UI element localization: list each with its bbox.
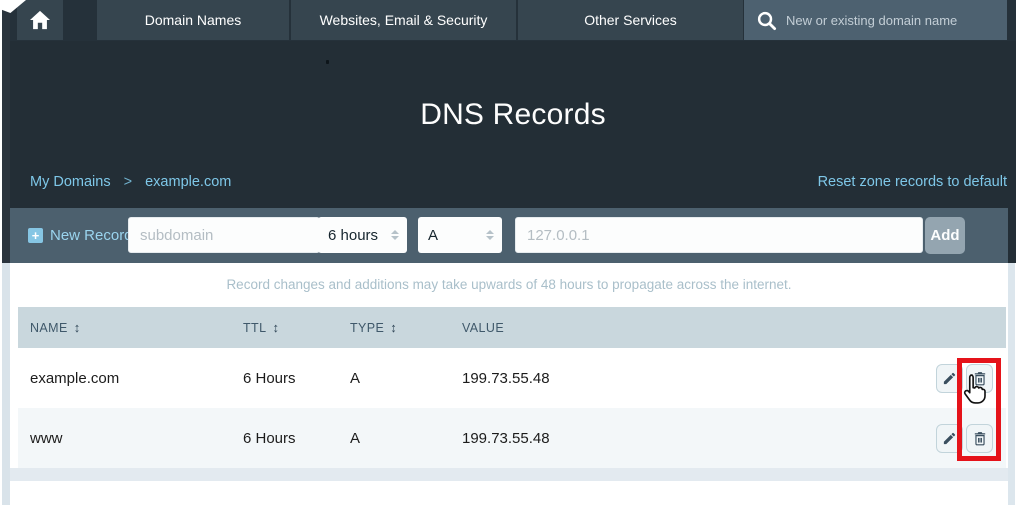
- table-row: www 6 Hours A 199.73.55.48: [18, 408, 1006, 468]
- row-actions: [876, 424, 1006, 453]
- breadcrumb-my-domains[interactable]: My Domains: [30, 174, 111, 190]
- row-actions: [876, 364, 1006, 393]
- ttl-selected-value: 6 hours: [328, 227, 378, 244]
- tab-domain-names[interactable]: Domain Names: [97, 0, 289, 40]
- ttl-select[interactable]: 6 hours: [318, 217, 407, 253]
- table-header-row: NAME ↕ TTL ↕ TYPE ↕ VALUE: [18, 307, 1006, 348]
- col-header-type: TYPE ↕: [350, 320, 462, 335]
- new-record-label: New Record: [50, 227, 133, 244]
- dns-records-table: NAME↕ TTL↕ TYPE↕ VALUE example.com 6: [18, 307, 1006, 468]
- plus-icon: +: [28, 228, 43, 243]
- delete-record-button[interactable]: [966, 364, 993, 393]
- pencil-icon: [942, 431, 957, 446]
- page-header: DNS Records My Domains > example.com Res…: [10, 41, 1016, 208]
- pixel-artifact: [326, 60, 329, 64]
- pencil-icon: [942, 371, 957, 386]
- sort-icon[interactable]: ↕: [272, 320, 279, 335]
- left-edge-strip: [2, 0, 10, 263]
- col-header-type-label[interactable]: TYPE: [350, 321, 384, 335]
- domain-search-input[interactable]: [786, 13, 996, 28]
- page-title: DNS Records: [10, 98, 1016, 132]
- col-header-ttl: TTL ↕: [243, 320, 350, 335]
- home-icon: [29, 10, 51, 30]
- trash-icon: [973, 431, 987, 446]
- edit-record-button[interactable]: [936, 364, 963, 393]
- spinner-icon: [391, 230, 399, 240]
- record-type: A: [350, 370, 462, 387]
- record-type: A: [350, 430, 462, 447]
- record-ttl: 6 Hours: [243, 430, 350, 447]
- trash-icon: [973, 371, 987, 386]
- delete-record-button[interactable]: [966, 424, 993, 453]
- home-button[interactable]: [17, 0, 63, 40]
- propagation-notice: Record changes and additions may take up…: [10, 277, 1008, 292]
- col-header-ttl-label[interactable]: TTL: [243, 321, 266, 335]
- browser-viewport: Domain Names Websites, Email & Security …: [0, 0, 1019, 518]
- col-header-value: VALUE: [462, 321, 876, 335]
- breadcrumb-domain[interactable]: example.com: [145, 174, 231, 190]
- record-type-select[interactable]: A: [418, 217, 502, 253]
- left-edge-strip-lower: [2, 263, 10, 505]
- table-row: example.com 6 Hours A 199.73.55.48: [18, 348, 1006, 408]
- record-name: www: [18, 430, 243, 447]
- record-value: 199.73.55.48: [462, 430, 876, 447]
- reset-zone-link[interactable]: Reset zone records to default: [818, 174, 1007, 190]
- search-icon: [756, 10, 777, 31]
- type-selected-value: A: [428, 227, 438, 244]
- sort-icon[interactable]: ↕: [390, 320, 397, 335]
- record-name: example.com: [18, 370, 243, 387]
- records-section: Record changes and additions may take up…: [10, 263, 1016, 505]
- right-edge-band: [1008, 263, 1015, 505]
- col-header-name: NAME ↕: [18, 320, 243, 335]
- top-navigation: Domain Names Websites, Email & Security …: [10, 0, 1016, 41]
- tab-websites-email-security[interactable]: Websites, Email & Security: [291, 0, 516, 40]
- tab-other-services[interactable]: Other Services: [518, 0, 743, 40]
- new-record-toggle[interactable]: + New Record: [28, 220, 133, 251]
- new-record-form: + New Record 6 hours A Add: [10, 208, 1008, 263]
- table-footer-strip: [10, 468, 1008, 481]
- col-header-name-label[interactable]: NAME: [30, 321, 68, 335]
- breadcrumb-separator: >: [124, 174, 132, 190]
- spinner-icon: [486, 230, 494, 240]
- record-value: 199.73.55.48: [462, 370, 876, 387]
- edit-record-button[interactable]: [936, 424, 963, 453]
- add-record-button[interactable]: Add: [925, 217, 965, 254]
- domain-search[interactable]: [744, 0, 1007, 40]
- record-value-input[interactable]: [515, 217, 923, 253]
- record-ttl: 6 Hours: [243, 370, 350, 387]
- sort-icon[interactable]: ↕: [74, 320, 81, 335]
- col-header-value-label: VALUE: [462, 321, 504, 335]
- breadcrumb: My Domains > example.com: [30, 174, 231, 190]
- page: Domain Names Websites, Email & Security …: [10, 0, 1016, 505]
- subdomain-input[interactable]: [128, 217, 320, 253]
